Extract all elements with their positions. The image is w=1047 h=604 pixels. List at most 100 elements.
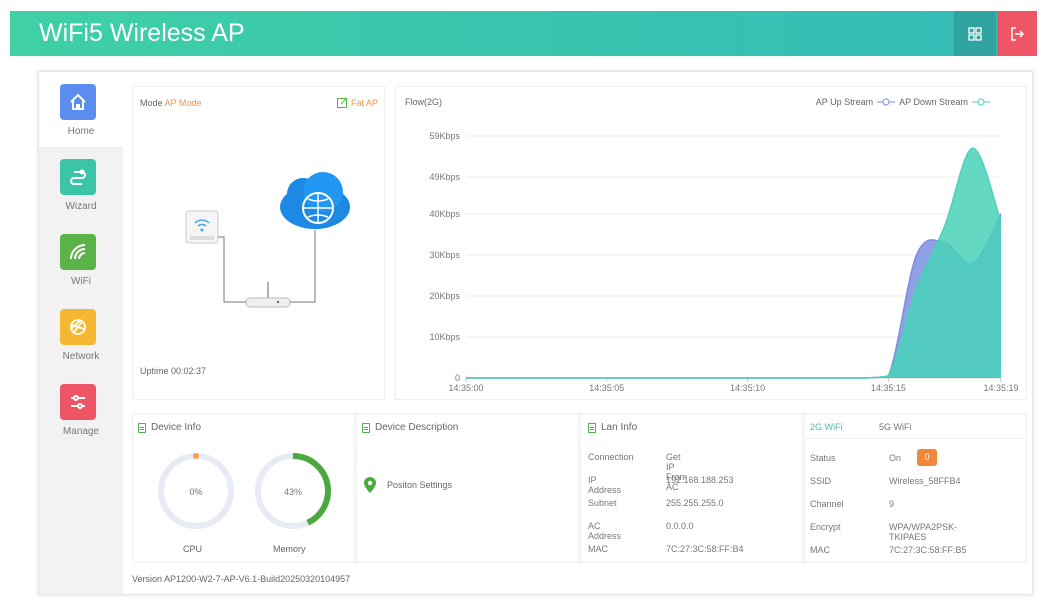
memory-value: 43%: [284, 487, 302, 497]
home-icon: [60, 84, 96, 120]
y-tick-label: 30Kbps: [429, 250, 460, 260]
cloud-icon: [280, 172, 350, 229]
sidebar-item-label: Manage: [62, 426, 100, 437]
lan-value: 0.0.0.0: [666, 521, 694, 531]
wifi-key: MAC: [810, 545, 830, 555]
wifi-key: Channel: [810, 499, 844, 509]
document-icon: [362, 422, 370, 433]
grid-icon: [968, 26, 982, 41]
wifi-key: Status: [810, 453, 836, 463]
wizard-icon: [60, 159, 96, 195]
wifi-value: 9: [889, 499, 895, 509]
lan-key: Connection: [588, 452, 634, 462]
device-description-title-text: Device Description: [375, 422, 459, 433]
document-icon: [588, 422, 596, 433]
x-tick-label: 14:35:00: [448, 383, 483, 393]
wifi-key: Encrypt: [810, 522, 841, 532]
wifi-value: 7C:27:3C:58:FF:B5: [889, 545, 967, 555]
lan-info-title: Lan Info: [588, 422, 637, 433]
logout-icon: [1011, 26, 1024, 41]
wifi-icon: [60, 234, 96, 270]
location-pin-icon: [364, 477, 376, 493]
sidebar-item-wifi[interactable]: WiFi: [39, 222, 123, 297]
sidebar-item-wizard[interactable]: Wizard: [39, 147, 123, 222]
lan-value: 255.255.255.0: [666, 498, 724, 508]
ap-device-icon: [185, 210, 219, 244]
top-bar: WiFi5 Wireless AP: [10, 11, 1037, 56]
lan-key: MAC: [588, 544, 608, 554]
wifi-status-value: On: [889, 453, 902, 463]
lan-key: IP Address: [588, 475, 622, 495]
y-tick-label: 20Kbps: [429, 291, 460, 301]
grid-button[interactable]: [954, 11, 996, 56]
version-value: AP1200-W2-7-AP-V6.1-Build20250320104957: [164, 574, 351, 584]
device-info-title: Device Info: [138, 422, 201, 433]
device-description-card: Device Description Positon Settings: [356, 413, 579, 563]
lan-info-card: Lan Info Connection Get IP From AC IP Add…: [580, 413, 803, 563]
x-tick-label: 14:35:10: [730, 383, 765, 393]
cpu-value: 0%: [189, 487, 202, 497]
tab-divider: [805, 438, 1026, 439]
cpu-gauge: 0%: [158, 453, 234, 529]
wifi-key: SSID: [810, 476, 832, 486]
version-label: Version: [132, 574, 163, 584]
uptime-value: 00:02:37: [171, 366, 207, 376]
network-icon: [60, 309, 96, 345]
uptime-label: Uptime: [140, 366, 169, 376]
flow-chart: 0 10Kbps 20Kbps 30Kbps 40Kbps 49Kbps 59Kbps 14:…: [429, 131, 1018, 393]
tab-5g-wifi[interactable]: 5G WiFi: [879, 422, 912, 432]
document-icon: [138, 422, 146, 433]
lan-value: 7C:27:3C:58:FF:B4: [666, 544, 744, 554]
mode-row: Mode AP Mode: [140, 98, 201, 108]
logout-button[interactable]: [997, 11, 1037, 56]
sidebar-item-label: WiFi: [71, 276, 91, 287]
x-tick-label: 14:35:05: [589, 383, 624, 393]
fat-ap-label: Fat AP: [350, 97, 378, 108]
y-tick-label: 40Kbps: [429, 209, 460, 219]
lan-key: Subnet: [588, 498, 617, 508]
topology-links: [218, 230, 316, 303]
mode-label: Mode: [140, 98, 163, 108]
app-title: WiFi5 Wireless AP: [39, 19, 245, 47]
x-tick-label: 14:35:15: [871, 383, 906, 393]
device-info-title-text: Device Info: [151, 422, 202, 433]
memory-label: Memory: [273, 544, 306, 554]
lan-info-title-text: Lan Info: [601, 422, 638, 433]
wifi-info-card: 2G WiFi 5G WiFi Status On 0 SSID Wireless…: [804, 413, 1027, 563]
sidebar-item-network[interactable]: Network: [39, 297, 123, 372]
sidebar-item-home[interactable]: Home: [39, 72, 123, 147]
cpu-gauge-marker: [193, 453, 199, 459]
edit-icon: [336, 97, 348, 108]
mode-card: Mode AP Mode Fat AP Uptime 00:02:37: [132, 86, 385, 400]
y-tick-label: 0: [455, 373, 460, 383]
sidebar-item-manage[interactable]: Manage: [39, 372, 123, 447]
lan-key: AC Address: [588, 521, 622, 541]
version-footer: Version AP1200-W2-7-AP-V6.1-Build2025032…: [132, 574, 350, 584]
position-settings-link[interactable]: Positon Settings: [364, 477, 452, 493]
y-tick-label: 59Kbps: [429, 131, 460, 141]
x-tick-label: 14:35:19: [983, 383, 1018, 393]
lan-value: Get IP From AC: [666, 452, 687, 492]
position-settings-label: Positon Settings: [387, 480, 453, 490]
lan-value: 192.168.188.253: [666, 475, 734, 485]
device-info-card: Device Info 0% 43% CPU Memory: [132, 413, 355, 563]
y-tick-label: 49Kbps: [429, 172, 460, 182]
sidebar-item-label: Network: [62, 351, 100, 362]
uptime-row: Uptime 00:02:37: [140, 366, 206, 376]
manage-icon: [60, 384, 96, 420]
wifi-value: Wireless_58FFB4: [889, 476, 961, 486]
sidebar-item-label: Wizard: [65, 201, 97, 212]
router-icon: [245, 282, 291, 308]
main-panel: Home Wizard WiFi Network Manage Mode AP …: [38, 71, 1033, 595]
status-badge: 0: [917, 449, 937, 466]
tab-2g-wifi[interactable]: 2G WiFi: [810, 422, 843, 439]
cpu-label: CPU: [183, 544, 203, 554]
fat-ap-link[interactable]: Fat AP: [336, 97, 378, 108]
wifi-value: WPA/WPA2PSK-TKIPAES: [889, 522, 958, 542]
topology-diagram: [185, 172, 350, 308]
memory-gauge: 43%: [255, 453, 331, 529]
flow-chart-card: Flow(2G) AP Up Stream AP Down Stream 0 10…: [395, 86, 1027, 400]
mode-value: AP Mode: [164, 98, 202, 108]
sidebar: Home Wizard WiFi Network Manage: [39, 72, 123, 594]
sidebar-item-label: Home: [67, 126, 95, 137]
